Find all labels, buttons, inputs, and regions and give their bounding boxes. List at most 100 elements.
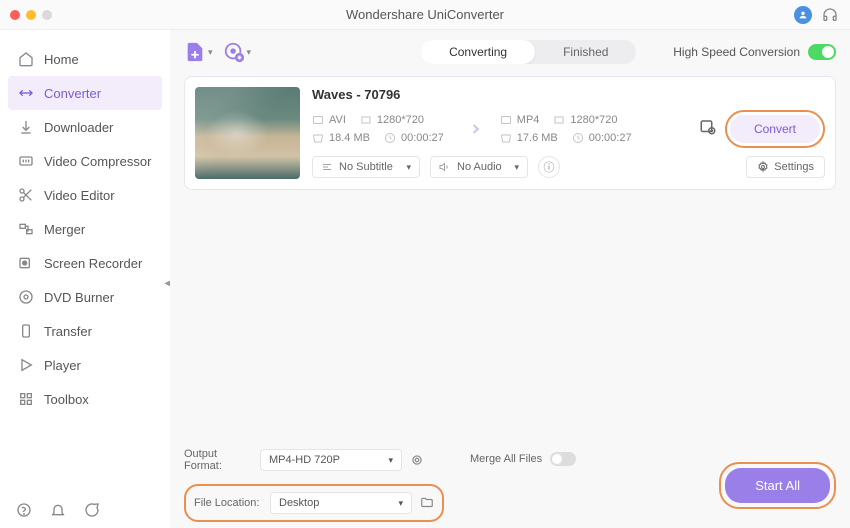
caret-down-icon: ▾ — [398, 498, 403, 509]
caret-down-icon: ▾ — [208, 47, 213, 58]
video-thumbnail[interactable] — [195, 87, 300, 179]
start-all-button[interactable]: Start All — [725, 468, 830, 503]
home-icon — [18, 51, 34, 67]
file-location-dropdown[interactable]: Desktop ▾ — [270, 492, 412, 514]
dst-duration: 00:00:27 — [572, 132, 632, 144]
footer-left: Output Format: MP4-HD 720P ▾ File Locati… — [184, 448, 444, 522]
dst-size: 17.6 MB — [500, 132, 558, 144]
gear-icon — [757, 161, 769, 173]
sidebar-item-downloader[interactable]: Downloader — [0, 110, 170, 144]
play-icon — [18, 357, 34, 373]
add-file-icon — [184, 41, 206, 63]
tab-converting[interactable]: Converting — [421, 40, 535, 64]
sidebar-item-toolbox[interactable]: Toolbox — [0, 382, 170, 416]
close-window[interactable] — [10, 10, 20, 20]
sidebar-item-merger[interactable]: Merger — [0, 212, 170, 246]
dest-meta: MP4 1280*720 17.6 MB 00:00:27 — [500, 114, 632, 144]
audio-icon — [439, 161, 451, 173]
feedback-icon[interactable] — [84, 502, 100, 518]
start-all-highlight: Start All — [719, 462, 836, 509]
sidebar-item-editor[interactable]: Video Editor — [0, 178, 170, 212]
sidebar-label: Merger — [44, 222, 85, 237]
subtitle-icon — [321, 161, 333, 173]
compress-icon — [18, 153, 34, 169]
file-location-label: File Location: — [194, 497, 262, 509]
sidebar-label: Transfer — [44, 324, 92, 339]
support-icon[interactable] — [822, 7, 838, 23]
merge-label: Merge All Files — [470, 453, 542, 465]
file-actions: Convert — [699, 110, 825, 148]
info-button[interactable]: ⓘ — [538, 156, 560, 178]
sidebar-label: Downloader — [44, 120, 113, 135]
meta-row: AVI 1280*720 18.4 MB 00:00:27 MP4 1280*7… — [312, 110, 825, 148]
disc-icon — [18, 289, 34, 305]
high-speed-toggle: High Speed Conversion — [673, 44, 836, 60]
converter-icon — [18, 85, 34, 101]
convert-button[interactable]: Convert — [730, 115, 820, 143]
speed-toggle-switch[interactable] — [808, 44, 836, 60]
file-card: Waves - 70796 AVI 1280*720 18.4 MB 00:00… — [184, 76, 836, 190]
subtitle-dropdown[interactable]: No Subtitle ▾ — [312, 156, 420, 178]
merge-block: Merge All Files — [470, 452, 576, 466]
file-settings-icon[interactable] — [699, 118, 717, 141]
sidebar-item-converter[interactable]: Converter — [8, 76, 162, 110]
sidebar-item-player[interactable]: Player — [0, 348, 170, 382]
dropdown-row: No Subtitle ▾ No Audio ▾ ⓘ Settings — [312, 156, 825, 178]
output-format-row: Output Format: MP4-HD 720P ▾ — [184, 448, 444, 472]
merger-icon — [18, 221, 34, 237]
source-meta: AVI 1280*720 18.4 MB 00:00:27 — [312, 114, 444, 144]
user-avatar-icon[interactable] — [794, 6, 812, 24]
add-file-button[interactable]: ▾ — [184, 41, 213, 63]
titlebar: Wondershare UniConverter — [0, 0, 850, 30]
toolbar: ▾ ▾ Converting Finished High Speed Conve… — [184, 40, 836, 64]
grid-icon — [18, 391, 34, 407]
settings-button[interactable]: Settings — [746, 156, 825, 178]
speed-label: High Speed Conversion — [673, 45, 800, 59]
sidebar-label: Video Compressor — [44, 154, 151, 169]
src-res: 1280*720 — [360, 114, 424, 126]
dst-format: MP4 — [500, 114, 540, 126]
transfer-icon — [18, 323, 34, 339]
src-duration: 00:00:27 — [384, 132, 444, 144]
content-area: ▾ ▾ Converting Finished High Speed Conve… — [170, 30, 850, 528]
sidebar-label: DVD Burner — [44, 290, 114, 305]
caret-down-icon: ▾ — [388, 455, 393, 466]
add-disc-button[interactable]: ▾ — [223, 41, 252, 63]
caret-down-icon: ▾ — [247, 47, 252, 58]
download-icon — [18, 119, 34, 135]
minimize-window[interactable] — [26, 10, 36, 20]
footer: Output Format: MP4-HD 720P ▾ File Locati… — [184, 448, 836, 522]
tab-group: Converting Finished — [421, 40, 636, 64]
caret-down-icon: ▾ — [514, 162, 519, 173]
file-info: Waves - 70796 AVI 1280*720 18.4 MB 00:00… — [312, 87, 825, 179]
add-disc-icon — [223, 41, 245, 63]
caret-down-icon: ▾ — [406, 162, 411, 173]
sidebar-bottom — [16, 502, 100, 518]
src-size: 18.4 MB — [312, 132, 370, 144]
app-title: Wondershare UniConverter — [346, 7, 504, 22]
tab-finished[interactable]: Finished — [535, 40, 636, 64]
window-controls — [10, 10, 52, 20]
sidebar-label: Home — [44, 52, 79, 67]
sidebar-label: Screen Recorder — [44, 256, 142, 271]
open-folder-icon[interactable] — [420, 496, 434, 510]
sidebar-item-home[interactable]: Home — [0, 42, 170, 76]
output-format-label: Output Format: — [184, 448, 252, 472]
help-icon[interactable] — [16, 502, 32, 518]
file-title: Waves - 70796 — [312, 87, 825, 102]
src-format: AVI — [312, 114, 346, 126]
file-location-highlight: File Location: Desktop ▾ — [184, 484, 444, 522]
sidebar-item-recorder[interactable]: Screen Recorder — [0, 246, 170, 280]
sidebar-item-dvd[interactable]: DVD Burner — [0, 280, 170, 314]
sidebar-label: Toolbox — [44, 392, 89, 407]
sidebar-item-compressor[interactable]: Video Compressor — [0, 144, 170, 178]
output-settings-icon[interactable] — [410, 453, 424, 467]
sidebar-item-transfer[interactable]: Transfer — [0, 314, 170, 348]
audio-dropdown[interactable]: No Audio ▾ — [430, 156, 528, 178]
maximize-window[interactable] — [42, 10, 52, 20]
merge-toggle[interactable] — [550, 452, 576, 466]
output-format-dropdown[interactable]: MP4-HD 720P ▾ — [260, 449, 402, 471]
bell-icon[interactable] — [50, 502, 66, 518]
sidebar-label: Converter — [44, 86, 101, 101]
titlebar-right — [794, 6, 838, 24]
